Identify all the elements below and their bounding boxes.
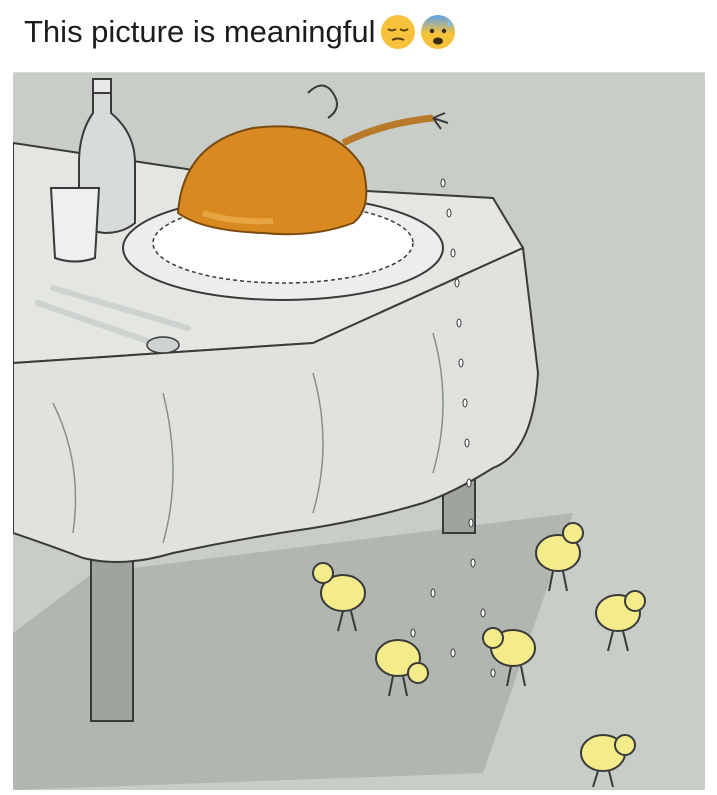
table-leg-front (90, 542, 134, 722)
anxious-face-with-sweat-icon (420, 15, 455, 49)
cartoon-illustration (13, 73, 705, 790)
post-caption-text: This picture is meaningful (24, 14, 376, 49)
bottle-cap (92, 78, 112, 94)
glass (49, 187, 101, 263)
post-image (13, 72, 705, 790)
spoon-bowl (146, 336, 180, 354)
pensive-face-emoji-icon (380, 15, 415, 49)
post-caption-row: This picture is meaningful (24, 14, 456, 50)
